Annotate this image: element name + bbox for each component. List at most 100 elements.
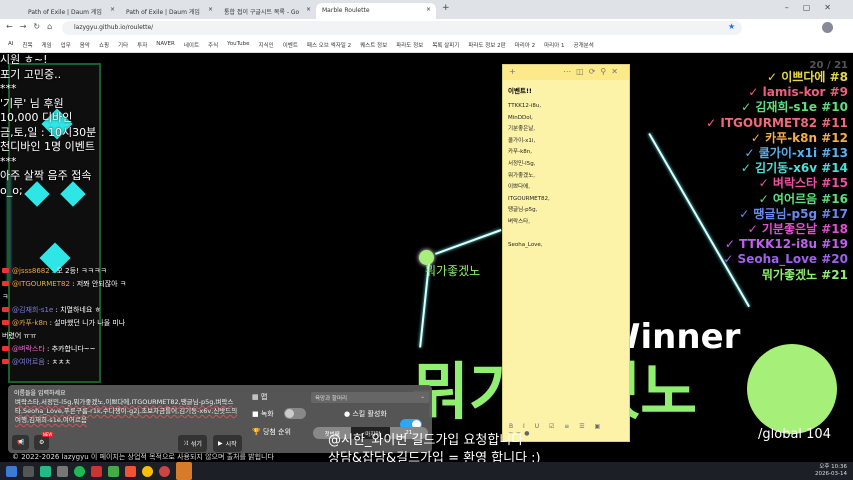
app-icon[interactable] (108, 465, 119, 477)
close-icon[interactable]: × (208, 6, 213, 13)
ranking-item: ✓ 김재희-s1e #10 (741, 100, 848, 115)
youtube-icon (2, 346, 9, 351)
bookmark[interactable]: 이벤트 (283, 41, 298, 49)
bookmark[interactable]: 네이트 (184, 41, 199, 49)
footer-text: © 2022-2026 lazygyu 이 페이지는 상업적 목적으로 사용되지… (10, 453, 276, 461)
chat-message: @벼락스타 : 추카합니다~~ (2, 343, 130, 356)
chat-message: @ITGOURMET82 : 저쫘 안되잖아 ㅋㅋ (2, 278, 130, 304)
add-note-icon[interactable]: + (509, 67, 516, 78)
chrome-icon[interactable] (142, 465, 153, 477)
record-label: ■ 녹화 (252, 410, 274, 418)
chat-message: @김재희-s1e : 치열하네요 ㅎ (2, 304, 130, 317)
ranking-item: ✓ lamis-kor #9 (748, 85, 848, 100)
start-button[interactable]: ▶ 시작 (213, 435, 242, 452)
bookmark[interactable]: NAVER (156, 41, 175, 48)
tab-poe-1[interactable]: Path of Exile | Daum 게임 × (22, 3, 120, 19)
bookmark[interactable]: 마리아 1 (544, 41, 564, 49)
bookmark[interactable]: 지식인 (259, 41, 274, 49)
app-icon[interactable] (23, 465, 34, 477)
url-input[interactable]: lazygyu.github.io/roulette/ (62, 21, 742, 35)
bookmark[interactable]: YouTube (227, 41, 249, 48)
record-toggle[interactable] (284, 408, 306, 419)
tab-title: 통합 접이 구글시트 목록 - Go (224, 9, 300, 16)
tab-poe-2[interactable]: Path of Exile | Daum 게임 × (120, 3, 218, 19)
note-format-toolbar[interactable]: B I U ☑ ≡ ☰ ▣ ──● (509, 423, 629, 437)
roulette-stage: 시원 ㅎ~! 포기 고민중.. *** '기루' 님 후원 10,000 디바인… (0, 53, 853, 462)
rank-label: 🏆 당첨 순위 (252, 428, 291, 436)
close-icon[interactable]: × (110, 6, 115, 13)
bookmark[interactable]: 주식 (208, 41, 218, 49)
star-icon[interactable]: ★ (728, 22, 735, 31)
bookmark[interactable]: 목록 살피기 (432, 41, 459, 49)
bookmark[interactable]: AI (8, 41, 13, 48)
bookmark[interactable]: 파라도 정보 2판 (468, 41, 505, 49)
bookmark[interactable]: 마리아 2 (515, 41, 535, 49)
sticky-note[interactable]: + ⋯◫⟳⚲✕ 이벤트!! TTKK12-i8u, MinDDol, 기분좋은날… (502, 64, 630, 442)
bookmark[interactable]: 음악 (80, 41, 90, 49)
app-icon[interactable] (159, 465, 170, 477)
app-icon[interactable] (91, 465, 102, 477)
new-tab-icon[interactable]: + (442, 3, 450, 13)
note-body[interactable]: TTKK12-i8u, MinDDol, 기분좋은날, 쿨가이-x1i, 카푸-… (503, 95, 629, 258)
bookmark[interactable]: 기타 (118, 41, 128, 49)
names-textarea[interactable]: 벼락스타,서정민-l5g,뭐가좋겠노,이쁘다에,ITGOURMET82,땡글님-… (14, 397, 242, 432)
chat-text: : 추카합니다~~ (44, 345, 96, 353)
app-icon[interactable] (176, 462, 192, 480)
shuffle-button[interactable]: ⤨ 섞기 (178, 435, 207, 452)
chat-user: @카푸-k8n (12, 319, 48, 327)
chat-message: @여어르음 : ㅊㅊㅊ (2, 356, 130, 369)
note-menu-icons[interactable]: ⋯◫⟳⚲✕ (563, 67, 623, 78)
avatar[interactable] (822, 22, 833, 33)
bookmark[interactable]: 친목 (22, 41, 32, 49)
track-wall (435, 229, 502, 255)
global-count: /global 104 (758, 427, 831, 442)
ranking-item: ✓ TTKK12-i8u #19 (724, 237, 848, 252)
map-label: ▦ 맵 (252, 393, 268, 401)
ranking-item: ✓ 기분좋은날 #18 (747, 222, 848, 237)
app-icon[interactable] (57, 465, 68, 477)
app-icon[interactable] (125, 465, 136, 477)
window-controls[interactable]: –▢✕ (785, 3, 845, 12)
ranking-item: ✓ 땡글님-p5g #17 (739, 206, 848, 221)
taskbar: 오후 10:36 2026-03-14 (0, 462, 853, 480)
chat-user: @벼락스타 (12, 345, 45, 353)
nav-buttons[interactable]: ←→↻⌂ (6, 22, 59, 31)
bookmark[interactable]: 게임 (42, 41, 52, 49)
skill-label: ● 스킬 활성화 (344, 410, 387, 418)
chevron-down-icon: ⌄ (420, 394, 425, 400)
feature-button[interactable]: ⚙ NEW (34, 432, 54, 450)
chat-user: @김재희-s1e (12, 306, 54, 314)
close-icon[interactable]: × (426, 6, 431, 13)
youtube-icon (2, 281, 9, 286)
ranking-item: 뭐가좋겠노 #21 (761, 267, 848, 282)
chat-text: : 오 2등! ㅋㅋㅋㅋ (49, 267, 107, 275)
chat-message: @카푸-k8n : 설마했던 니가 나올 미나버렸어 ㅠㅠ (2, 317, 130, 343)
ranking-item: ✓ 벼락스타 #15 (758, 176, 848, 191)
gear-icon: ⚙ (39, 439, 45, 446)
ranking-item: ✓ Seoha_Love #20 (723, 252, 848, 267)
bookmark[interactable]: 투자 (137, 41, 147, 49)
bookmark[interactable]: 퀘스트 정보 (360, 41, 387, 49)
bookmarks-bar: AI 친목 게임 업무 음악 쇼핑 기타 투자 NAVER 네이트 주식 YouTube 지식인 이벤트 패… (0, 37, 853, 53)
spotify-icon[interactable] (74, 465, 85, 477)
winner-marble (747, 344, 837, 434)
bookmark[interactable]: 파라도 정보 (396, 41, 423, 49)
close-icon[interactable]: × (306, 6, 311, 13)
bookmark[interactable]: 공개분석 (574, 41, 594, 49)
ranking-item: ✓ 이쁘다에 #8 (767, 70, 848, 84)
tab-bar: Path of Exile | Daum 게임 × Path of Exile |… (0, 0, 853, 19)
new-badge: NEW (41, 432, 54, 437)
chat-text: : ㅊㅊㅊ (44, 358, 71, 366)
start-icon[interactable] (6, 465, 17, 477)
clock: 오후 10:36 2026-03-14 (815, 464, 847, 477)
bookmark[interactable]: 쇼핑 (99, 41, 109, 49)
tab-sheet[interactable]: 통합 접이 구글시트 목록 - Go × (218, 3, 316, 19)
app-icon[interactable] (40, 465, 51, 477)
chat-text: : 치열하네요 ㅎ (53, 306, 101, 314)
youtube-icon (2, 268, 9, 273)
bookmark[interactable]: 업무 (61, 41, 71, 49)
megaphone-button[interactable]: 📢 (12, 435, 30, 450)
tab-marble-roulette[interactable]: Marble Roulette × (316, 3, 436, 19)
bookmark[interactable]: 패스 오브 엑자일 2 (307, 41, 351, 49)
map-select[interactable]: 육망과 할머리 ⌄ (311, 392, 429, 403)
